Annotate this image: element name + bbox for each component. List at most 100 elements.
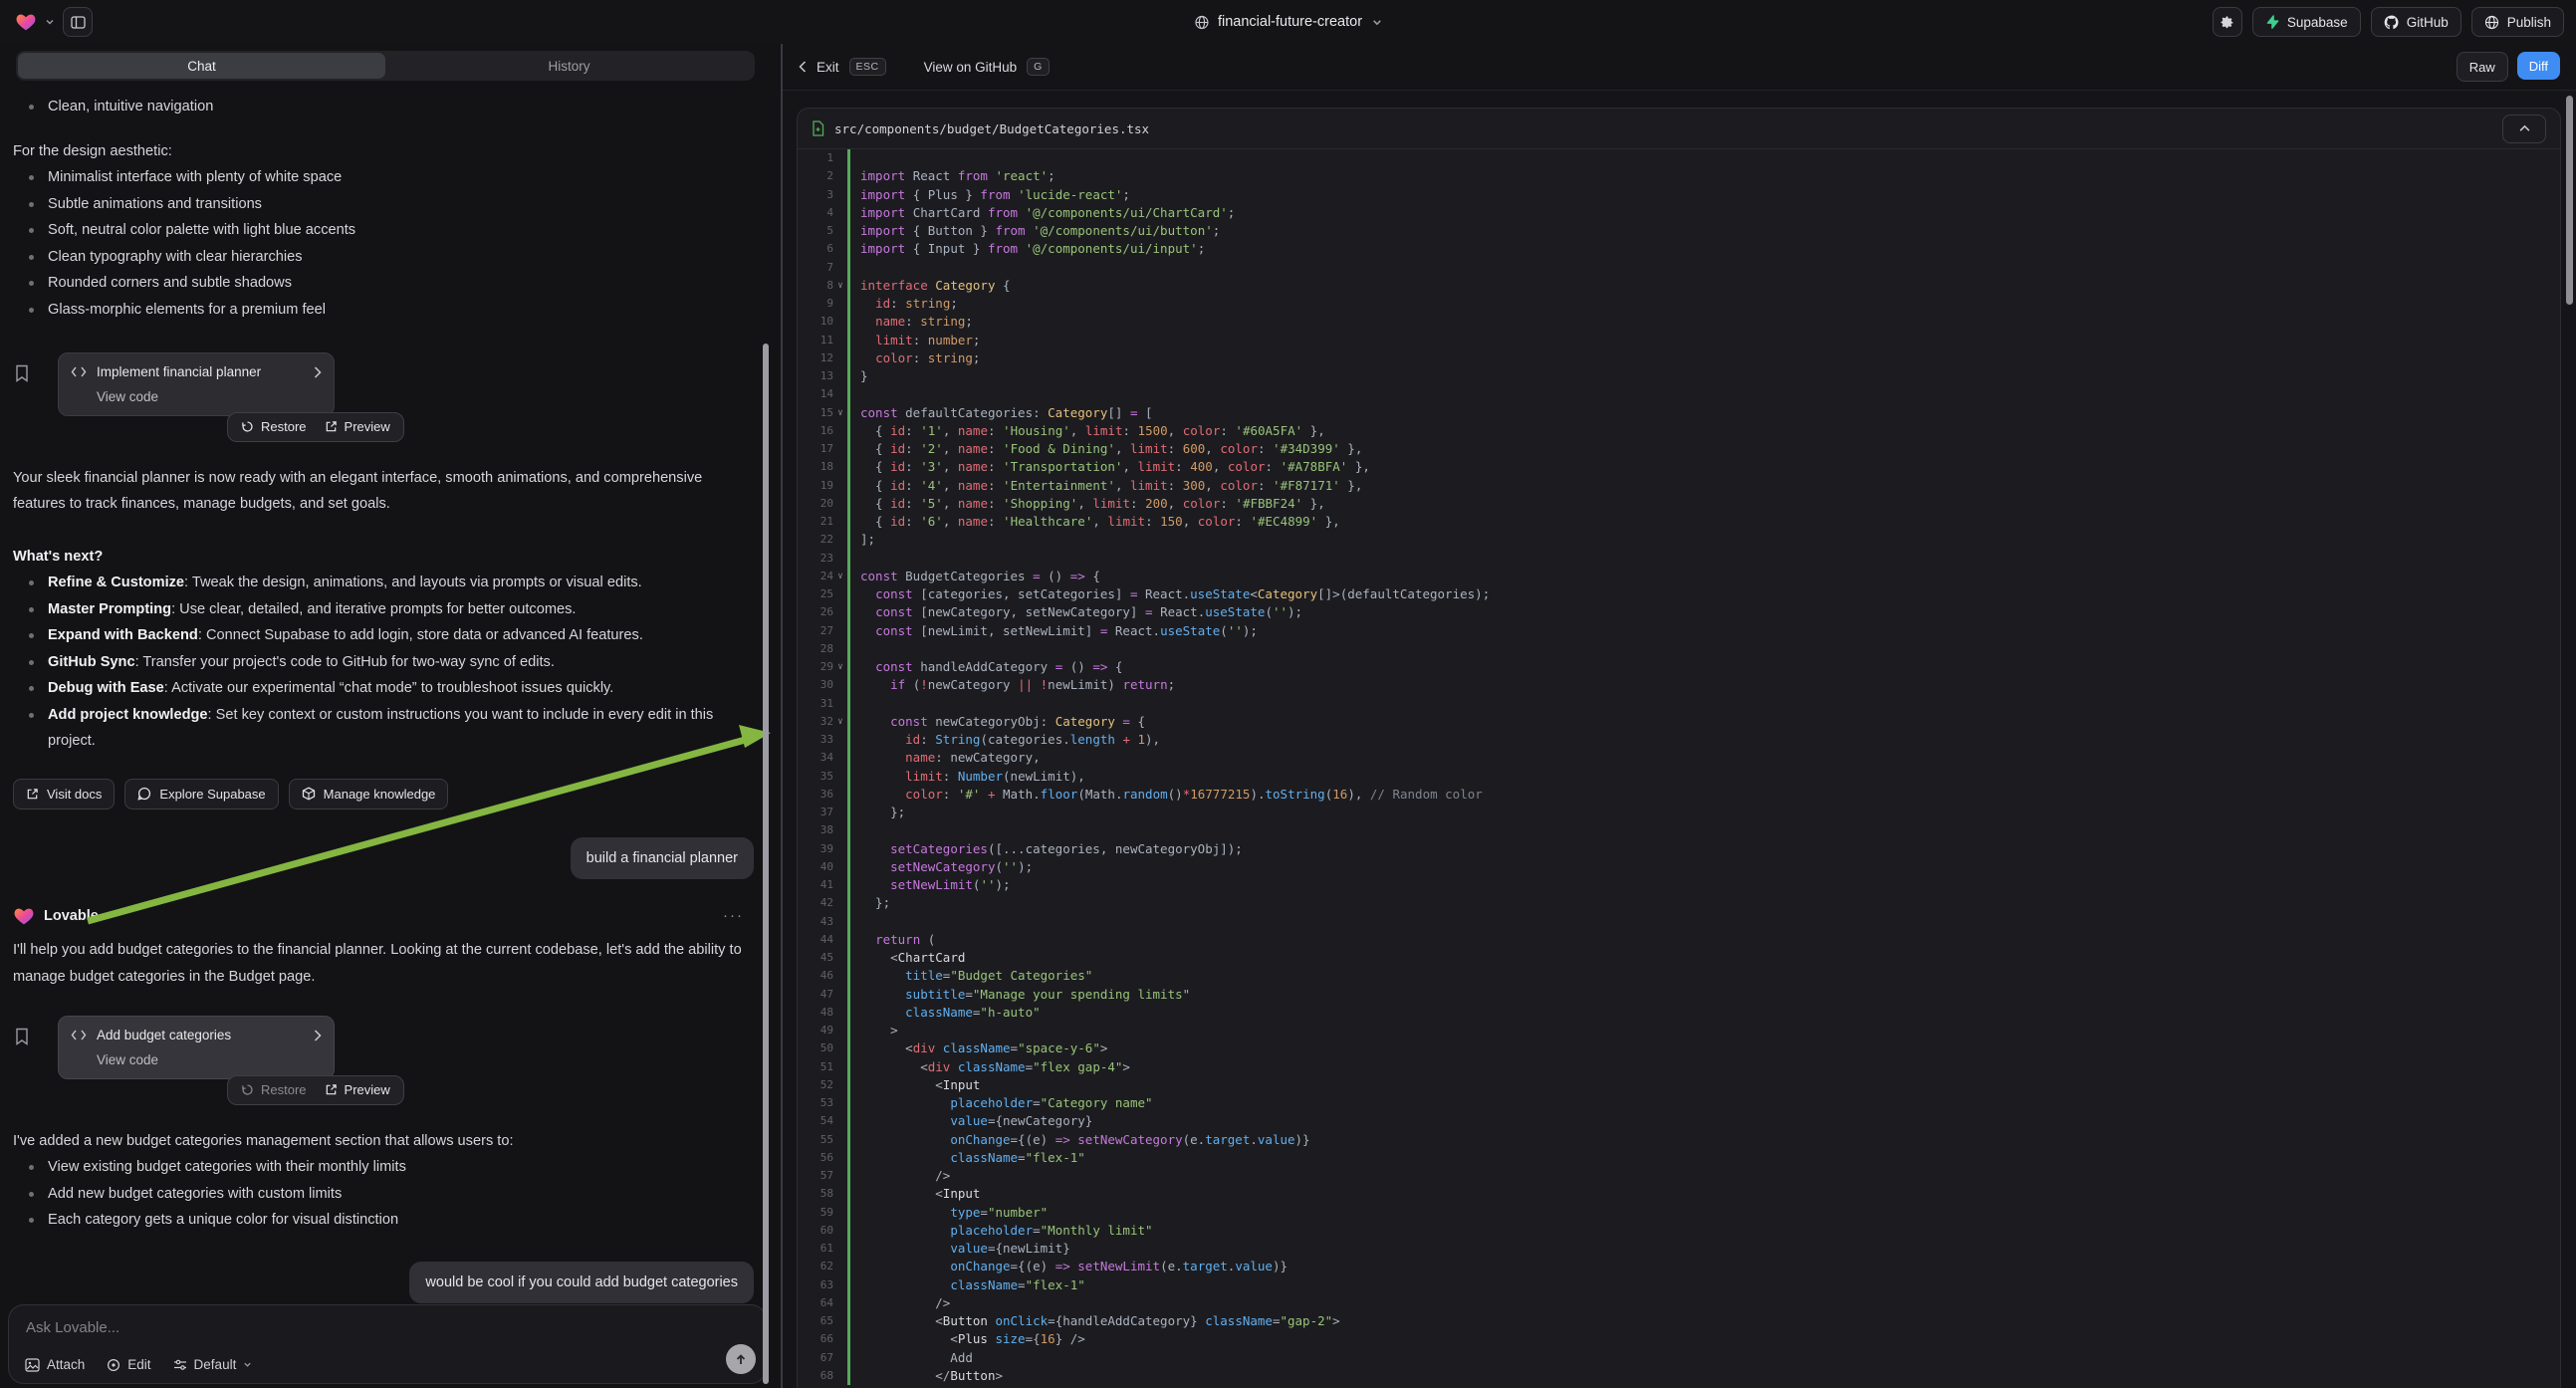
code-line: 58 <Input [798,1185,2560,1203]
code-line: 4import ChartCard from '@/components/ui/… [798,204,2560,222]
bullet-item: Subtle animations and transitions [13,191,754,218]
restore-button[interactable]: Restore [241,419,307,435]
logo-chevron-down-icon[interactable] [45,17,55,27]
code-line: 27 const [newLimit, setNewLimit] = React… [798,622,2560,640]
message-more-button[interactable]: ··· [723,903,754,930]
explore-supabase-button[interactable]: Explore Supabase [124,779,278,810]
added-file-icon [812,120,824,136]
visit-docs-button[interactable]: Visit docs [13,779,115,810]
code-line: 10 name: string; [798,313,2560,331]
bullet-item: Rounded corners and subtle shadows [13,270,754,297]
version-card-row-2: Add budget categories View code Restore [13,1016,754,1106]
code-line: 61 value={newLimit} [798,1240,2560,1258]
code-line: 15∨const defaultCategories: Category[] =… [798,404,2560,422]
chat-input-placeholder: Ask Lovable... [26,1319,119,1336]
bullet-item: Clean typography with clear hierarchies [13,244,754,271]
chat-input-box[interactable]: Ask Lovable... Attach Edit Default [8,1304,767,1384]
raw-toggle-button[interactable]: Raw [2457,52,2508,82]
model-select[interactable]: Default [173,1357,253,1372]
sidebar-toggle-button[interactable] [63,7,93,37]
preview-button-2[interactable]: Preview [325,1082,390,1098]
back-chevron-icon[interactable] [799,61,807,73]
chat-history-tabs: Chat History [16,51,755,81]
view-on-github-link[interactable]: View on GitHub [924,60,1018,75]
bullet-item: Soft, neutral color palette with light b… [13,217,754,244]
panel-divider[interactable] [781,44,783,1388]
version-card-add-budget-categories[interactable]: Add budget categories View code [58,1016,335,1079]
bookmark-icon[interactable] [13,352,58,382]
code-line: 2import React from 'react'; [798,167,2560,185]
project-chevron-down-icon [1371,17,1382,28]
code-line: 65 <Button onClick={handleAddCategory} c… [798,1312,2560,1330]
view-code-link[interactable]: View code [97,1052,322,1068]
publish-button[interactable]: Publish [2471,7,2564,37]
code-line: 24∨const BudgetCategories = () => { [798,568,2560,585]
manage-knowledge-button[interactable]: Manage knowledge [289,779,449,810]
code-line: 8∨interface Category { [798,277,2560,295]
code-line: 43 [798,913,2560,931]
code-line: 62 onChange={(e) => setNewLimit(e.target… [798,1258,2560,1275]
edit-button[interactable]: Edit [107,1357,150,1372]
tab-history[interactable]: History [385,53,753,79]
version-card-row: Implement financial planner View code Re… [13,352,754,443]
chat-scrollbar[interactable] [763,344,769,1384]
code-panel: Exit ESC View on GitHub G Raw Diff src/c… [783,44,2576,1388]
code-line: 41 setNewLimit(''); [798,876,2560,894]
code-scrollbar[interactable] [2566,96,2573,305]
exit-button[interactable]: Exit [817,60,839,75]
send-button[interactable] [726,1344,756,1374]
code-line: 56 className="flex-1" [798,1149,2560,1167]
user-message-bubble-2: would be cool if you could add budget ca… [409,1262,754,1303]
code-line: 64 /> [798,1294,2560,1312]
code-line: 53 placeholder="Category name" [798,1094,2560,1112]
globe-icon [1194,15,1209,30]
added-intro: I've added a new budget categories manag… [13,1128,754,1155]
added-bullet-list: View existing budget categories with the… [13,1154,754,1234]
code-line: 66 <Plus size={16} /> [798,1330,2560,1348]
bullet-item: Expand with Backend: Connect Supabase to… [13,622,754,649]
restore-button-disabled[interactable]: Restore [241,1082,307,1098]
g-key-badge: G [1027,58,1050,76]
chevron-right-icon [314,366,322,378]
view-code-link[interactable]: View code [97,389,322,405]
github-icon [2384,15,2399,30]
version-card-implement-planner[interactable]: Implement financial planner View code [58,352,335,416]
bullet-item: View existing budget categories with the… [13,1154,754,1181]
code-line: 52 <Input [798,1076,2560,1094]
code-line: 35 limit: Number(newLimit), [798,768,2560,786]
lovable-logo-icon[interactable] [15,11,37,33]
diff-toggle-button[interactable]: Diff [2517,52,2560,80]
publish-label: Publish [2507,15,2551,30]
code-line: 3import { Plus } from 'lucide-react'; [798,186,2560,204]
code-line: 63 className="flex-1" [798,1276,2560,1294]
code-line: 9 id: string; [798,295,2560,313]
design-intro: For the design aesthetic: [13,138,754,165]
code-view[interactable]: 12import React from 'react';3import { Pl… [798,149,2560,1388]
bullet-item: Refine & Customize: Tweak the design, an… [13,570,754,596]
code-line: 47 subtitle="Manage your spending limits… [798,986,2560,1004]
whats-next-heading: What's next? [13,544,754,571]
code-line: 18 { id: '3', name: 'Transportation', li… [798,458,2560,476]
collapse-file-button[interactable] [2502,115,2546,143]
attach-button[interactable]: Attach [25,1357,85,1372]
project-switcher[interactable]: financial-future-creator [1194,14,1382,30]
code-line: 1 [798,149,2560,167]
file-header[interactable]: src/components/budget/BudgetCategories.t… [798,109,2560,149]
top-bar: financial-future-creator Supabase GitHub [0,0,2576,44]
design-bullet-list: Minimalist interface with plenty of whit… [13,164,754,323]
chat-panel: Chat History Clean, intuitive navigation… [0,44,783,1388]
user-message-bubble: build a financial planner [571,837,754,879]
bullet-item: Each category gets a unique color for vi… [13,1207,754,1234]
code-line: 57 /> [798,1167,2560,1185]
supabase-label: Supabase [2287,15,2348,30]
supabase-button[interactable]: Supabase [2252,7,2361,37]
tab-chat[interactable]: Chat [18,53,385,79]
github-button[interactable]: GitHub [2371,7,2461,37]
code-line: 42 }; [798,894,2560,912]
preview-button[interactable]: Preview [325,419,390,435]
code-line: 12 color: string; [798,349,2560,367]
settings-button[interactable] [2213,7,2242,37]
restore-preview-pill: Restore Preview [227,412,404,442]
code-line: 49 > [798,1022,2560,1040]
bookmark-icon-2[interactable] [13,1016,58,1045]
